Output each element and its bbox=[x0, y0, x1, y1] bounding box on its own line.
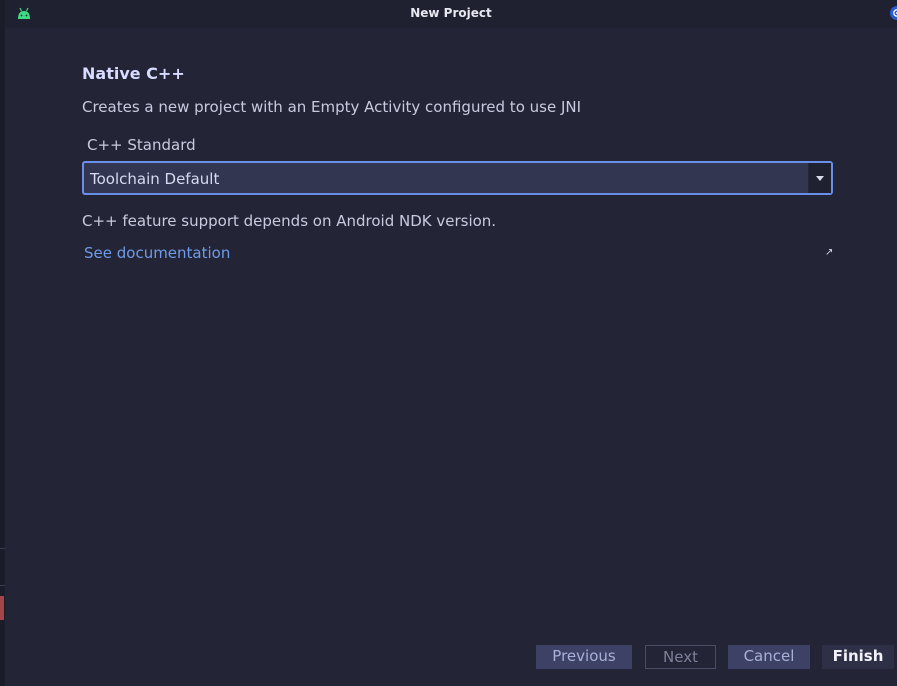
see-documentation-link[interactable]: See documentation bbox=[84, 244, 230, 262]
title-bar: New Project bbox=[5, 0, 897, 28]
error-marker bbox=[0, 596, 4, 620]
chevron-down-icon[interactable] bbox=[808, 163, 831, 193]
window-title: New Project bbox=[410, 6, 492, 20]
new-project-dialog: New Project Native C++ Creates a new pro… bbox=[0, 0, 897, 686]
divider bbox=[0, 548, 5, 549]
cpp-standard-label: C++ Standard bbox=[87, 136, 196, 154]
template-heading: Native C++ bbox=[82, 64, 185, 83]
cpp-standard-dropdown[interactable]: Toolchain Default bbox=[82, 161, 833, 195]
cpp-standard-value: Toolchain Default bbox=[90, 170, 220, 188]
ndk-support-note: C++ feature support depends on Android N… bbox=[82, 212, 497, 230]
next-button[interactable]: Next bbox=[645, 645, 716, 669]
template-description: Creates a new project with an Empty Acti… bbox=[82, 98, 582, 116]
background-window-edge bbox=[0, 0, 5, 686]
divider bbox=[0, 585, 5, 586]
settings-badge-icon[interactable] bbox=[889, 5, 897, 21]
previous-button[interactable]: Previous bbox=[536, 645, 632, 669]
cancel-button[interactable]: Cancel bbox=[728, 645, 810, 669]
external-link-icon[interactable]: ↗ bbox=[825, 248, 835, 258]
finish-button[interactable]: Finish bbox=[822, 645, 894, 669]
